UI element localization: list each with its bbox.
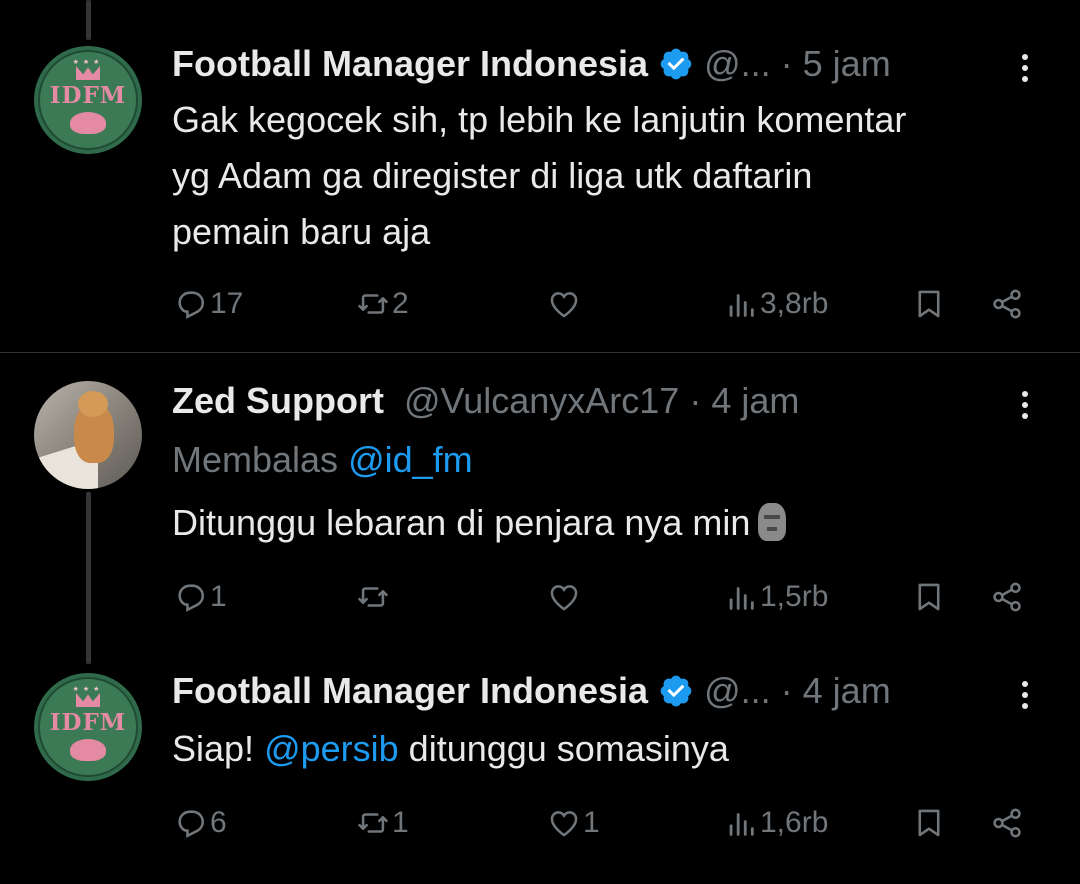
avatar-stars: ★★★ <box>72 59 104 66</box>
tweet-time[interactable]: 4 jam <box>711 380 799 421</box>
more-icon[interactable] <box>1012 673 1036 717</box>
tweet-text: Siap! @persib ditunggu somasinya <box>172 721 1042 777</box>
avatar[interactable]: ★★★ IDFM <box>34 673 142 781</box>
replying-mention[interactable]: @id_fm <box>348 439 473 480</box>
views-icon <box>729 813 754 836</box>
tweet-text-prefix: Siap! <box>172 728 265 769</box>
tweet-text-line: pemain baru aja <box>172 211 431 252</box>
tweet-text-line: Gak kegocek sih, tp lebih ke lanjutin ko… <box>172 99 907 140</box>
author-name[interactable]: Zed Support <box>172 380 384 421</box>
reply-count: 17 <box>210 287 244 320</box>
views-icon <box>729 294 754 317</box>
avatar-photo-cat-head <box>78 391 108 417</box>
views-count: 1,6rb <box>760 806 829 839</box>
views-count: 1,5rb <box>760 580 829 613</box>
views-button[interactable]: 1,5rb <box>724 577 828 617</box>
tweet-header: Football Manager Indonesia @... · 5 jam <box>172 42 891 86</box>
views-icon <box>729 587 754 610</box>
tweet-time[interactable]: 4 jam <box>803 670 891 711</box>
tweet-actions: 1 1,5rb <box>0 577 1080 617</box>
author-handle[interactable]: @... <box>704 43 771 84</box>
reply-icon <box>178 810 205 838</box>
retweet-button[interactable]: 1 <box>356 803 409 843</box>
tweet-1[interactable]: ★★★ IDFM Football Manager Indonesia @... … <box>0 0 1080 352</box>
tweet-header: Football Manager Indonesia @... · 4 jam <box>172 669 891 713</box>
retweet-button[interactable]: 2 <box>356 284 409 324</box>
share-button[interactable] <box>990 284 1024 324</box>
bookmark-button[interactable] <box>912 284 946 324</box>
tweet-time[interactable]: 5 jam <box>803 43 891 84</box>
tweet-text: Ditunggu lebaran di penjara nya min <box>172 495 1042 551</box>
like-button[interactable]: 1 <box>547 803 600 843</box>
tweet-actions: 6 1 1 1,6rb <box>0 803 1080 843</box>
bookmark-icon <box>918 583 940 611</box>
separator-dot: · <box>780 43 793 84</box>
tweet-actions: 17 2 3,8rb <box>0 284 1080 324</box>
separator-dot: · <box>689 380 702 421</box>
reply-button[interactable]: 17 <box>174 284 243 324</box>
tweet-text-suffix: ditunggu somasinya <box>398 728 729 769</box>
separator-dot: · <box>780 670 793 711</box>
avatar-stars: ★★★ <box>72 686 104 693</box>
retweet-icon <box>358 587 388 607</box>
verified-badge-icon <box>658 46 694 82</box>
share-icon <box>993 808 1021 838</box>
tweet-header: Zed Support @VulcanyxArc17 · 4 jam <box>172 379 799 423</box>
share-icon <box>993 289 1021 319</box>
like-count: 1 <box>583 806 600 839</box>
share-icon <box>993 582 1021 612</box>
retweet-count: 1 <box>392 806 409 839</box>
moai-emoji-icon <box>758 503 787 541</box>
avatar-logo-text: IDFM <box>49 709 127 736</box>
retweet-icon <box>358 813 388 833</box>
ball-icon <box>70 739 106 761</box>
share-button[interactable] <box>990 803 1024 843</box>
retweet-button[interactable] <box>356 577 392 617</box>
views-count: 3,8rb <box>760 287 829 320</box>
replying-to: Membalas @id_fm <box>172 439 473 481</box>
views-button[interactable]: 3,8rb <box>724 284 828 324</box>
more-icon[interactable] <box>1012 46 1036 90</box>
reply-icon <box>178 584 205 612</box>
avatar[interactable]: ★★★ IDFM <box>34 46 142 154</box>
like-icon <box>550 811 578 837</box>
bookmark-button[interactable] <box>912 803 946 843</box>
tweet-text: Gak kegocek sih, tp lebih ke lanjutin ko… <box>172 92 1042 260</box>
ball-icon <box>70 112 106 134</box>
like-button[interactable] <box>547 284 583 324</box>
reply-button[interactable]: 6 <box>174 803 227 843</box>
reply-button[interactable]: 1 <box>174 577 227 617</box>
like-icon <box>550 292 578 318</box>
tweet-text-line: Ditunggu lebaran di penjara nya min <box>172 502 751 543</box>
reply-count: 1 <box>210 580 227 613</box>
tweet-text-line: yg Adam ga diregister di liga utk daftar… <box>172 155 813 196</box>
verified-badge-icon <box>658 673 694 709</box>
like-icon <box>550 585 578 611</box>
tweet-3[interactable]: ★★★ IDFM Football Manager Indonesia @... … <box>0 653 1080 884</box>
author-name[interactable]: Football Manager Indonesia <box>172 43 648 84</box>
bookmark-icon <box>918 290 940 318</box>
replying-label: Membalas <box>172 439 339 480</box>
share-button[interactable] <box>990 577 1024 617</box>
avatar[interactable] <box>34 381 142 489</box>
author-name[interactable]: Football Manager Indonesia <box>172 670 648 711</box>
reply-count: 6 <box>210 806 227 839</box>
bookmark-icon <box>918 809 940 837</box>
like-button[interactable] <box>547 577 583 617</box>
retweet-count: 2 <box>392 287 409 320</box>
author-handle[interactable]: @... <box>704 670 771 711</box>
author-handle[interactable]: @VulcanyxArc17 <box>404 380 679 421</box>
tweet-mention[interactable]: @persib <box>264 728 399 769</box>
reply-icon <box>178 291 205 319</box>
retweet-icon <box>358 294 388 314</box>
tweet-2[interactable]: Zed Support @VulcanyxArc17 · 4 jam Memba… <box>0 353 1080 653</box>
avatar-logo-text: IDFM <box>49 82 127 109</box>
bookmark-button[interactable] <box>912 577 946 617</box>
more-icon[interactable] <box>1012 383 1036 427</box>
views-button[interactable]: 1,6rb <box>724 803 828 843</box>
